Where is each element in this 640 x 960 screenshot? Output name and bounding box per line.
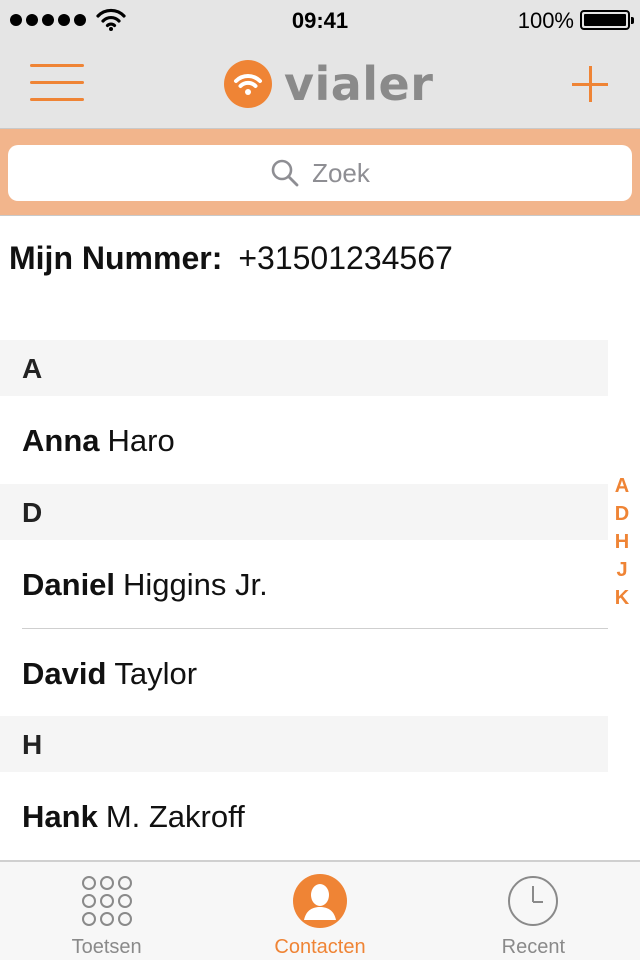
contacts-list: A Anna Haro D Daniel Higgins Jr. David Tayl…: [0, 340, 608, 860]
app-logo: vialer: [224, 57, 434, 111]
tab-contacten[interactable]: Contacten: [213, 862, 426, 960]
contact-last-name: Taylor: [114, 656, 198, 691]
vialer-logo-icon: [224, 60, 272, 108]
section-header-h: H: [0, 716, 608, 772]
clock-icon: [508, 876, 559, 926]
contact-last-name: M. Zakroff: [105, 799, 245, 834]
keypad-icon: [81, 876, 132, 926]
contact-last-name: Higgins Jr.: [123, 567, 268, 602]
tab-toetsen[interactable]: Toetsen: [0, 862, 213, 960]
contact-row[interactable]: David Taylor: [0, 629, 608, 716]
section-index: A D H J K: [614, 473, 630, 613]
app-name: vialer: [284, 57, 434, 111]
contact-row[interactable]: Hank M. Zakroff: [0, 772, 608, 860]
tab-label: Toetsen: [71, 936, 142, 958]
search-icon: [271, 159, 299, 187]
battery-percentage: 100%: [517, 8, 574, 33]
menu-button[interactable]: [30, 62, 84, 104]
contact-first-name: David: [22, 656, 107, 691]
contact-last-name: Haro: [107, 423, 175, 458]
search-placeholder: Zoek: [312, 157, 370, 188]
contact-row[interactable]: Daniel Higgins Jr.: [0, 540, 608, 628]
my-number-value: +31501234567: [238, 240, 453, 276]
my-number: Mijn Nummer: +31501234567: [9, 240, 453, 277]
status-bar: 09:41 100%: [0, 0, 640, 40]
search-input[interactable]: Zoek: [8, 145, 632, 201]
contact-first-name: Daniel: [22, 567, 116, 602]
contact-row[interactable]: Anna Haro: [0, 396, 608, 484]
search-bar: Zoek: [0, 128, 640, 216]
section-index-d[interactable]: D: [615, 501, 629, 529]
tab-bar: Toetsen Contacten Recent: [0, 860, 640, 960]
my-number-label: Mijn Nummer:: [9, 240, 223, 276]
section-header-d: D: [0, 484, 608, 540]
tab-label: Recent: [501, 936, 565, 958]
contact-first-name: Anna: [22, 423, 100, 458]
battery-icon: [580, 10, 634, 30]
tab-label: Contacten: [274, 936, 366, 958]
section-index-j[interactable]: J: [616, 557, 627, 585]
section-header-a: A: [0, 340, 608, 396]
section-index-h[interactable]: H: [615, 529, 629, 557]
navigation-bar: vialer: [0, 40, 640, 128]
add-contact-button[interactable]: [572, 66, 608, 102]
section-index-k[interactable]: K: [615, 585, 629, 613]
contacts-icon: [292, 874, 347, 928]
contacts-screen: 09:41 100% vialer Zoek Mijn Nummer: +315…: [0, 0, 640, 960]
contact-first-name: Hank: [22, 799, 98, 834]
section-index-a[interactable]: A: [615, 473, 629, 501]
tab-recent[interactable]: Recent: [427, 862, 640, 960]
